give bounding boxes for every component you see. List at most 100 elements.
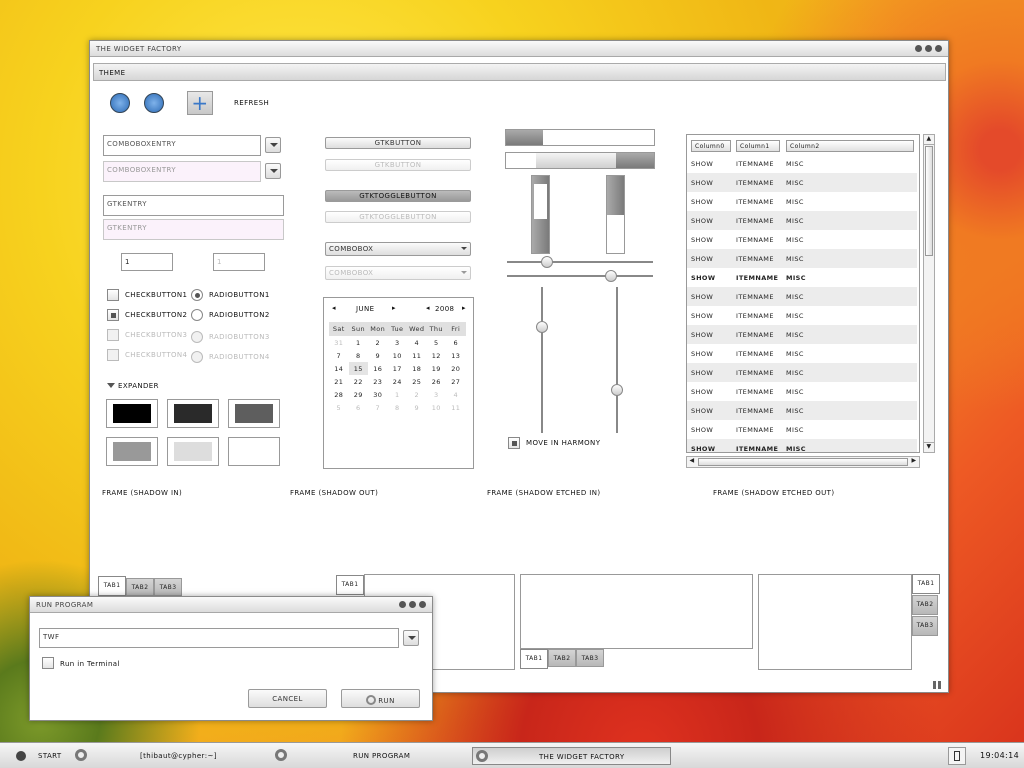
calendar-day[interactable]: 2 <box>407 388 427 401</box>
column-header-1[interactable]: Column1 <box>736 140 780 152</box>
radiobutton-1[interactable] <box>191 289 203 301</box>
calendar-day-selected[interactable]: 15 <box>348 362 368 375</box>
notebook4-tab1[interactable]: Tab1 <box>912 574 940 594</box>
dialog-close-button[interactable] <box>419 601 426 608</box>
table-row[interactable]: Show ItemName Misc <box>687 230 917 249</box>
calendar-day[interactable]: 3 <box>388 336 408 349</box>
calendar-day[interactable]: 1 <box>349 336 369 349</box>
calendar-day[interactable]: 28 <box>329 388 349 401</box>
vscale-2-slider[interactable] <box>611 384 623 396</box>
calendar-day[interactable]: 6 <box>446 336 466 349</box>
dialog-title-bar[interactable]: Run Program <box>30 597 432 613</box>
scroll-up-arrow-icon[interactable]: ▲ <box>924 135 934 145</box>
command-input[interactable]: twf <box>39 628 399 648</box>
calendar-day[interactable]: 30 <box>368 388 388 401</box>
notebook3-tab1[interactable]: Tab1 <box>520 649 548 669</box>
move-in-harmony-checkbox[interactable] <box>508 437 520 449</box>
menu-theme[interactable]: Theme <box>99 69 125 77</box>
start-button[interactable]: Start <box>38 752 62 760</box>
table-row[interactable]: Show ItemName Misc <box>687 382 917 401</box>
calendar-day[interactable]: 20 <box>446 362 466 375</box>
comboboxentry-1[interactable]: ComboBoxEntry <box>103 135 261 156</box>
title-bar[interactable]: The Widget Factory <box>90 41 948 57</box>
calendar-day[interactable]: 22 <box>349 375 369 388</box>
tree-vscroll-thumb[interactable] <box>925 146 933 256</box>
tray-icon[interactable] <box>948 747 966 765</box>
dialog-maximize-button[interactable] <box>409 601 416 608</box>
table-row[interactable]: Show ItemName Misc <box>687 325 917 344</box>
table-row[interactable]: Show ItemName Misc <box>687 249 917 268</box>
table-row[interactable]: Show ItemName Misc <box>687 439 917 452</box>
calendar-day[interactable]: 13 <box>446 349 466 362</box>
gtkbutton-1[interactable]: GtkButton <box>325 137 471 149</box>
calendar-day[interactable]: 7 <box>329 349 349 362</box>
command-history-arrow[interactable] <box>403 630 419 646</box>
table-row[interactable]: Show ItemName Misc <box>687 401 917 420</box>
calendar-day[interactable]: 9 <box>407 401 427 414</box>
calendar-day[interactable]: 25 <box>407 375 427 388</box>
forward-icon[interactable] <box>144 93 164 113</box>
gtktogglebutton-1[interactable]: GtkToggleButton <box>325 190 471 202</box>
resize-grip-icon[interactable] <box>933 681 941 689</box>
comboboxentry-1-arrow[interactable] <box>265 137 281 153</box>
calendar-day[interactable]: 2 <box>368 336 388 349</box>
back-icon[interactable] <box>110 93 130 113</box>
scroll-right-arrow-icon[interactable]: ▶ <box>909 457 919 467</box>
calendar-day[interactable]: 26 <box>427 375 447 388</box>
treeview[interactable]: Column0 Column1 Column2 Show ItemName Misc… <box>686 134 920 453</box>
tree-vscrollbar[interactable]: ▲ ▼ <box>923 134 935 453</box>
cancel-button[interactable]: Cancel <box>248 689 327 708</box>
run-button[interactable]: Run <box>341 689 420 708</box>
taskbar-item-run-program[interactable]: Run Program <box>353 752 410 760</box>
calendar-day[interactable]: 21 <box>329 375 349 388</box>
column-header-2[interactable]: Column2 <box>786 140 914 152</box>
notebook1-tab1[interactable]: Tab1 <box>98 576 126 596</box>
calendar-day[interactable]: 8 <box>349 349 369 362</box>
calendar-day[interactable]: 23 <box>368 375 388 388</box>
table-row[interactable]: Show ItemName Misc <box>687 287 917 306</box>
taskbar-item-terminal[interactable]: [thibaut@cypher:~] <box>140 752 217 760</box>
close-button[interactable] <box>935 45 942 52</box>
notebook3-tab3[interactable]: Tab3 <box>576 649 604 667</box>
calendar-day[interactable]: 16 <box>368 362 388 375</box>
hscale-2-slider[interactable] <box>605 270 617 282</box>
column-header-0[interactable]: Column0 <box>691 140 731 152</box>
notebook1-tab2[interactable]: Tab2 <box>126 578 154 596</box>
table-row[interactable]: Show ItemName Misc <box>687 363 917 382</box>
notebook1-tab3[interactable]: Tab3 <box>154 578 182 596</box>
expander-label[interactable]: Expander <box>118 382 159 390</box>
calendar-prev-month[interactable]: ◂ <box>332 304 336 312</box>
calendar-day[interactable]: 4 <box>407 336 427 349</box>
calendar[interactable]: ◂ June ▸ ◂ 2008 ▸ Sat Sun Mon Tue Wed Thu Fri … <box>323 297 474 469</box>
calendar-grid[interactable]: Sat Sun Mon Tue Wed Thu Fri 31 1 2 3 4 5 6 7 8 9 10 11 12… <box>329 322 466 414</box>
run-in-terminal-checkbox[interactable] <box>42 657 54 669</box>
notebook4-tab2[interactable]: Tab2 <box>912 595 938 615</box>
combobox-1[interactable]: ComboBox <box>325 242 471 256</box>
calendar-next-month[interactable]: ▸ <box>392 304 396 312</box>
hscale-2-trough[interactable] <box>507 275 653 277</box>
refresh-button[interactable]: Refresh <box>234 99 269 107</box>
calendar-day[interactable]: 24 <box>388 375 408 388</box>
calendar-day[interactable]: 9 <box>368 349 388 362</box>
calendar-day[interactable]: 27 <box>446 375 466 388</box>
tree-hscroll-thumb[interactable] <box>698 458 908 466</box>
vscale-1-trough[interactable] <box>541 287 543 433</box>
calendar-day[interactable]: 12 <box>427 349 447 362</box>
scroll-down-arrow-icon[interactable]: ▼ <box>924 442 934 452</box>
gtkentry-1[interactable]: GtkEntry <box>103 195 284 216</box>
calendar-day[interactable]: 18 <box>407 362 427 375</box>
table-row[interactable]: Show ItemName Misc <box>687 268 917 287</box>
vscale-2-trough[interactable] <box>616 287 618 433</box>
calendar-day[interactable]: 29 <box>349 388 369 401</box>
calendar-day[interactable]: 6 <box>349 401 369 414</box>
calendar-day[interactable]: 1 <box>388 388 408 401</box>
calendar-day[interactable]: 10 <box>427 401 447 414</box>
hscale-1-trough[interactable] <box>507 261 653 263</box>
start-icon[interactable] <box>16 751 26 761</box>
checkbutton-1[interactable] <box>107 289 119 301</box>
calendar-day[interactable]: 4 <box>446 388 466 401</box>
calendar-day[interactable]: 3 <box>427 388 447 401</box>
radiobutton-2[interactable] <box>191 309 203 321</box>
calendar-day[interactable]: 31 <box>329 336 349 349</box>
dialog-minimize-button[interactable] <box>399 601 406 608</box>
